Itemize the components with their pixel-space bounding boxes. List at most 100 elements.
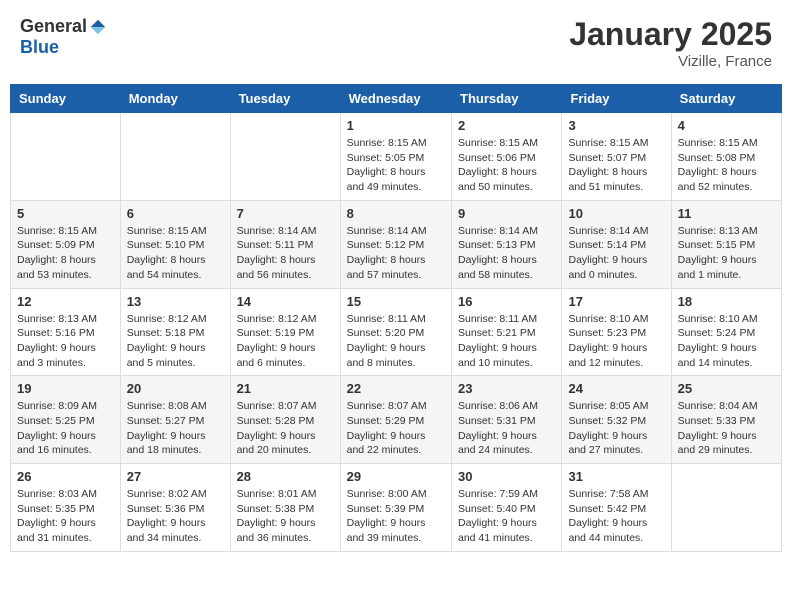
calendar-day-cell: 3 Sunrise: 8:15 AMSunset: 5:07 PMDaylight… (562, 113, 671, 201)
calendar-day-cell: 31Sunrise: 7:58 AMSunset: 5:42 PMDayligh… (562, 464, 671, 552)
day-info: Sunrise: 8:14 AMSunset: 5:14 PMDaylight:… (568, 224, 664, 283)
calendar-day-cell (120, 113, 230, 201)
day-info: Sunrise: 8:12 AMSunset: 5:18 PMDaylight:… (127, 312, 224, 371)
day-number: 17 (568, 294, 664, 309)
calendar-day-cell: 2 Sunrise: 8:15 AMSunset: 5:06 PMDaylight… (452, 113, 562, 201)
day-info: Sunrise: 8:15 AMSunset: 5:06 PMDaylight:… (458, 136, 555, 195)
calendar-day-cell: 15 Sunrise: 8:11 AMSunset: 5:20 PMDayligh… (340, 288, 451, 376)
calendar-day-cell: 29 Sunrise: 8:00 AMSunset: 5:39 PMDayligh… (340, 464, 451, 552)
calendar-week-row: 19 Sunrise: 8:09 AMSunset: 5:25 PMDayligh… (11, 376, 782, 464)
calendar-day-cell: 25Sunrise: 8:04 AMSunset: 5:33 PMDayligh… (671, 376, 781, 464)
day-number: 27 (127, 469, 224, 484)
day-number: 29 (347, 469, 445, 484)
day-number: 11 (678, 206, 775, 221)
page-header: General Blue January 2025 Vizille, Franc… (10, 10, 782, 76)
day-info: Sunrise: 8:03 AMSunset: 5:35 PMDaylight:… (17, 487, 114, 546)
day-number: 1 (347, 118, 445, 133)
calendar-day-cell: 17 Sunrise: 8:10 AMSunset: 5:23 PMDayligh… (562, 288, 671, 376)
calendar-day-cell (11, 113, 121, 201)
day-of-week-header: Monday (120, 85, 230, 113)
calendar-day-cell: 18Sunrise: 8:10 AMSunset: 5:24 PMDayligh… (671, 288, 781, 376)
header-row: SundayMondayTuesdayWednesdayThursdayFrid… (11, 85, 782, 113)
day-info: Sunrise: 8:00 AMSunset: 5:39 PMDaylight:… (347, 487, 445, 546)
calendar-day-cell: 10Sunrise: 8:14 AMSunset: 5:14 PMDayligh… (562, 200, 671, 288)
title-block: January 2025 Vizille, France (569, 16, 772, 70)
day-info: Sunrise: 8:13 AMSunset: 5:15 PMDaylight:… (678, 224, 775, 283)
calendar-body: 1Sunrise: 8:15 AMSunset: 5:05 PMDaylight… (11, 113, 782, 552)
calendar-day-cell: 7Sunrise: 8:14 AMSunset: 5:11 PMDaylight… (230, 200, 340, 288)
calendar-day-cell: 19 Sunrise: 8:09 AMSunset: 5:25 PMDayligh… (11, 376, 121, 464)
calendar-day-cell: 14 Sunrise: 8:12 AMSunset: 5:19 PMDayligh… (230, 288, 340, 376)
day-number: 28 (237, 469, 334, 484)
day-info: Sunrise: 8:11 AMSunset: 5:20 PMDaylight:… (347, 312, 445, 371)
calendar-week-row: 1Sunrise: 8:15 AMSunset: 5:05 PMDaylight… (11, 113, 782, 201)
calendar-day-cell: 5 Sunrise: 8:15 AMSunset: 5:09 PMDaylight… (11, 200, 121, 288)
day-number: 21 (237, 381, 334, 396)
day-info: Sunrise: 8:08 AMSunset: 5:27 PMDaylight:… (127, 399, 224, 458)
day-number: 8 (347, 206, 445, 221)
day-of-week-header: Saturday (671, 85, 781, 113)
day-number: 6 (127, 206, 224, 221)
day-info: Sunrise: 8:01 AMSunset: 5:38 PMDaylight:… (237, 487, 334, 546)
calendar-day-cell: 26 Sunrise: 8:03 AMSunset: 5:35 PMDayligh… (11, 464, 121, 552)
day-of-week-header: Friday (562, 85, 671, 113)
day-info: Sunrise: 8:15 AMSunset: 5:08 PMDaylight:… (678, 136, 775, 195)
day-number: 2 (458, 118, 555, 133)
day-info: Sunrise: 8:13 AMSunset: 5:16 PMDaylight:… (17, 312, 114, 371)
calendar-day-cell: 8 Sunrise: 8:14 AMSunset: 5:12 PMDaylight… (340, 200, 451, 288)
day-number: 31 (568, 469, 664, 484)
calendar-day-cell: 24Sunrise: 8:05 AMSunset: 5:32 PMDayligh… (562, 376, 671, 464)
calendar-day-cell (230, 113, 340, 201)
day-info: Sunrise: 8:15 AMSunset: 5:10 PMDaylight:… (127, 224, 224, 283)
day-of-week-header: Thursday (452, 85, 562, 113)
day-number: 22 (347, 381, 445, 396)
day-of-week-header: Sunday (11, 85, 121, 113)
day-info: Sunrise: 8:14 AMSunset: 5:11 PMDaylight:… (237, 224, 334, 283)
calendar-day-cell: 22Sunrise: 8:07 AMSunset: 5:29 PMDayligh… (340, 376, 451, 464)
calendar-day-cell: 21 Sunrise: 8:07 AMSunset: 5:28 PMDayligh… (230, 376, 340, 464)
calendar-day-cell: 27 Sunrise: 8:02 AMSunset: 5:36 PMDayligh… (120, 464, 230, 552)
day-info: Sunrise: 8:15 AMSunset: 5:09 PMDaylight:… (17, 224, 114, 283)
day-number: 19 (17, 381, 114, 396)
day-info: Sunrise: 8:07 AMSunset: 5:28 PMDaylight:… (237, 399, 334, 458)
day-info: Sunrise: 8:14 AMSunset: 5:12 PMDaylight:… (347, 224, 445, 283)
day-info: Sunrise: 8:09 AMSunset: 5:25 PMDaylight:… (17, 399, 114, 458)
day-number: 5 (17, 206, 114, 221)
calendar-table: SundayMondayTuesdayWednesdayThursdayFrid… (10, 84, 782, 552)
logo-general-text: General (20, 16, 87, 37)
day-number: 26 (17, 469, 114, 484)
day-info: Sunrise: 8:11 AMSunset: 5:21 PMDaylight:… (458, 312, 555, 371)
calendar-title: January 2025 (569, 16, 772, 53)
logo-blue-text: Blue (20, 37, 59, 58)
logo-icon (89, 18, 107, 36)
calendar-day-cell: 13Sunrise: 8:12 AMSunset: 5:18 PMDayligh… (120, 288, 230, 376)
day-info: Sunrise: 8:06 AMSunset: 5:31 PMDaylight:… (458, 399, 555, 458)
calendar-week-row: 12Sunrise: 8:13 AMSunset: 5:16 PMDayligh… (11, 288, 782, 376)
day-info: Sunrise: 8:10 AMSunset: 5:24 PMDaylight:… (678, 312, 775, 371)
day-info: Sunrise: 8:15 AMSunset: 5:07 PMDaylight:… (568, 136, 664, 195)
calendar-day-cell: 1Sunrise: 8:15 AMSunset: 5:05 PMDaylight… (340, 113, 451, 201)
calendar-week-row: 26 Sunrise: 8:03 AMSunset: 5:35 PMDayligh… (11, 464, 782, 552)
calendar-day-cell: 23 Sunrise: 8:06 AMSunset: 5:31 PMDayligh… (452, 376, 562, 464)
day-info: Sunrise: 8:12 AMSunset: 5:19 PMDaylight:… (237, 312, 334, 371)
day-number: 30 (458, 469, 555, 484)
calendar-day-cell: 30 Sunrise: 7:59 AMSunset: 5:40 PMDayligh… (452, 464, 562, 552)
day-of-week-header: Wednesday (340, 85, 451, 113)
calendar-day-cell: 20 Sunrise: 8:08 AMSunset: 5:27 PMDayligh… (120, 376, 230, 464)
day-number: 25 (678, 381, 775, 396)
day-info: Sunrise: 8:10 AMSunset: 5:23 PMDaylight:… (568, 312, 664, 371)
calendar-day-cell: 16 Sunrise: 8:11 AMSunset: 5:21 PMDayligh… (452, 288, 562, 376)
day-info: Sunrise: 7:59 AMSunset: 5:40 PMDaylight:… (458, 487, 555, 546)
calendar-week-row: 5 Sunrise: 8:15 AMSunset: 5:09 PMDaylight… (11, 200, 782, 288)
day-number: 20 (127, 381, 224, 396)
day-number: 3 (568, 118, 664, 133)
day-number: 14 (237, 294, 334, 309)
day-info: Sunrise: 8:02 AMSunset: 5:36 PMDaylight:… (127, 487, 224, 546)
day-number: 23 (458, 381, 555, 396)
day-of-week-header: Tuesday (230, 85, 340, 113)
day-number: 9 (458, 206, 555, 221)
day-number: 15 (347, 294, 445, 309)
calendar-subtitle: Vizille, France (569, 53, 772, 70)
day-number: 16 (458, 294, 555, 309)
calendar-day-cell: 11 Sunrise: 8:13 AMSunset: 5:15 PMDayligh… (671, 200, 781, 288)
